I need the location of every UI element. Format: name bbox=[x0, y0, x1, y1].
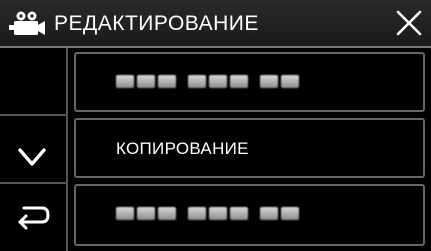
obscured-label bbox=[116, 207, 299, 220]
header-bar: РЕДАКТИРОВАНИЕ bbox=[0, 0, 431, 48]
navigation-column bbox=[0, 48, 68, 251]
menu-list: КОПИРОВАНИЕ bbox=[68, 48, 431, 251]
menu-item-copy[interactable]: КОПИРОВАНИЕ bbox=[74, 118, 425, 178]
return-arrow-icon[interactable] bbox=[10, 198, 56, 234]
divider bbox=[0, 182, 68, 184]
editing-screen: РЕДАКТИРОВАНИЕ КОПИРОВАНИЕ bbox=[0, 0, 431, 251]
close-icon[interactable] bbox=[392, 6, 426, 40]
page-title: РЕДАКТИРОВАНИЕ bbox=[54, 12, 259, 35]
menu-item-obscured[interactable] bbox=[74, 52, 425, 112]
movie-camera-icon bbox=[9, 11, 45, 35]
chevron-down-icon[interactable] bbox=[14, 142, 50, 172]
menu-item-label: КОПИРОВАНИЕ bbox=[116, 139, 249, 158]
obscured-label bbox=[116, 75, 299, 88]
divider bbox=[0, 114, 68, 116]
menu-item-obscured[interactable] bbox=[74, 184, 425, 246]
